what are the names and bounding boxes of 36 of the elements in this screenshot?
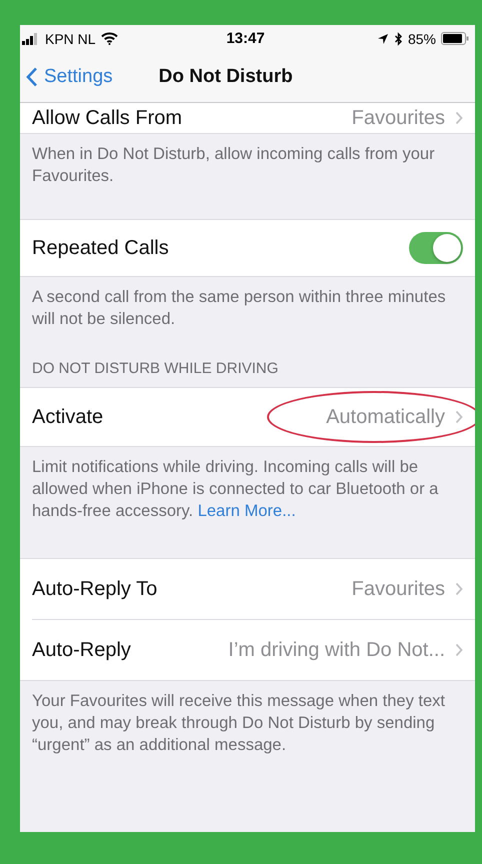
row-value: Favourites: [352, 578, 445, 600]
settings-row[interactable]: Auto-Reply I’m driving with Do Not...: [32, 619, 475, 680]
row-label: Allow Calls From: [32, 106, 182, 130]
row-label: Auto-Reply: [32, 638, 131, 662]
location-arrow-icon: [376, 32, 389, 44]
settings-row[interactable]: Activate Automatically: [20, 388, 475, 446]
clock-time: 13:47: [226, 30, 265, 47]
row-label: Activate: [32, 406, 104, 428]
chevron-left-icon: [26, 67, 38, 87]
chevron-right-icon: [455, 582, 463, 596]
chevron-right-icon: [455, 111, 463, 125]
learn-more-link[interactable]: Learn More...: [198, 502, 296, 520]
toggle-switch[interactable]: [409, 232, 463, 264]
chevron-right-icon: [455, 410, 463, 424]
chevron-right-icon: [455, 643, 463, 657]
row-value: I’m driving with Do Not...: [228, 638, 445, 662]
page-title: Do Not Disturb: [158, 66, 293, 88]
row-value: Automatically: [326, 406, 445, 428]
row-label: Auto-Reply To: [32, 578, 158, 600]
settings-row[interactable]: Auto-Reply To Favourites: [20, 559, 475, 619]
signal-icon: [22, 32, 40, 44]
battery-icon: [441, 32, 469, 45]
section-footer: When in Do Not Disturb, allow incoming calls from your Favourites.: [20, 134, 475, 205]
row-value: Favourites: [352, 106, 445, 130]
back-button[interactable]: Settings: [20, 66, 113, 88]
section-footer: Your Favourites will receive this message when they text you, and may break through Do Not Disturb by sending “urgent” as an additional message.: [20, 681, 475, 774]
battery-percentage: 85%: [408, 30, 436, 46]
section-footer: A second call from the same person within three minutes will not be silenced.: [20, 277, 475, 348]
wifi-icon: [100, 32, 118, 45]
carrier-name: KPN NL: [45, 30, 96, 46]
settings-row[interactable]: Allow Calls From Favourites: [20, 103, 475, 133]
section-header: DO NOT DISTURB WHILE DRIVING: [31, 359, 280, 379]
settings-row[interactable]: Repeated Calls: [20, 220, 475, 276]
row-label: Repeated Calls: [32, 236, 169, 260]
bluetooth-icon: [394, 32, 403, 46]
section-footer: Limit notifications while driving. Incoming calls will be allowed when iPhone is connected to car Bluetooth or a hands-free accessory. Learn More...: [20, 447, 475, 528]
